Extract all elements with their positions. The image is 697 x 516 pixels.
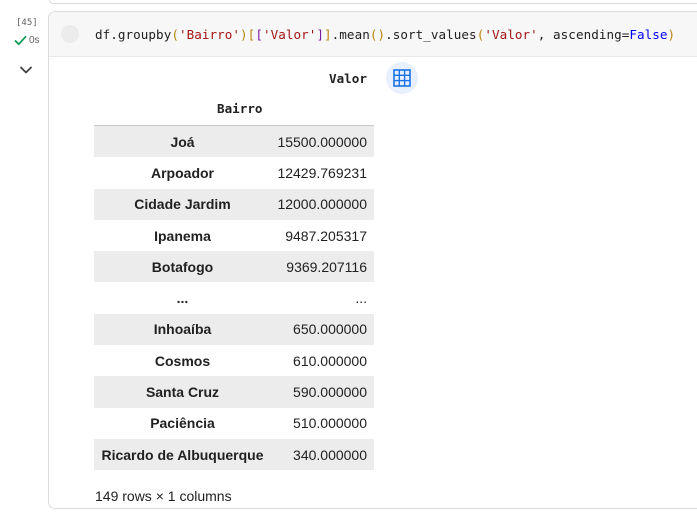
code-token: 'Bairro' [178,27,241,42]
row-index-label: Ricardo de Albuquerque [101,446,264,463]
code-token: .mean [331,27,370,42]
code-token: ( [171,27,179,42]
execution-count: [45] [16,18,38,28]
code-token: ] [324,27,332,42]
row-value: 12429.769231 [277,164,367,181]
row-value: 650.000000 [293,321,367,338]
code-token: .sort_values [385,27,477,42]
row-index-label: Arpoador [151,164,214,181]
cell-output: Valor Bairro Joá 15500.000000 Arpoador 1242… [49,57,697,509]
code-token: False [629,27,668,42]
code-token: ) [667,27,676,42]
dataframe-shape-note: 149 rows × 1 columns [95,488,232,504]
row-index-label: Inhoaíba [153,321,212,338]
table-row: Botafogo 9369.207116 [94,251,374,283]
table-row: Arpoador 12429.769231 [94,157,374,188]
run-cell-button[interactable] [61,25,79,43]
code-line[interactable]: df.groupby('Bairro')[['Valor']].mean().s… [95,27,675,42]
table-row: Inhoaíba 650.000000 [94,313,374,346]
dataframe-rows: Joá 15500.000000 Arpoador 12429.769231 Cidad… [94,125,374,471]
row-index-label: Joá [170,133,195,150]
row-value: 9369.207116 [286,258,367,275]
code-editor[interactable]: df.groupby('Bairro')[['Valor']].mean().s… [49,12,697,57]
code-token: 'Valor' [262,27,317,42]
code-token: () [369,27,386,42]
index-header-bairro: Bairro [217,101,263,116]
row-value: ... [355,290,367,307]
row-value: 15500.000000 [277,133,367,150]
row-value: 12000.000000 [277,196,367,213]
row-value: 510.000000 [293,415,367,432]
row-value: 340.000000 [293,446,367,463]
row-value: 590.000000 [293,384,367,401]
notebook-page: [45] 0s df.groupby('Bairro')[['Valor']].… [0,0,697,516]
table-row: Cidade Jardim 12000.000000 [94,188,374,220]
execution-time: 0s [29,35,40,46]
code-cell: df.groupby('Bairro')[['Valor']].mean().s… [48,11,697,509]
table-icon [393,69,411,87]
table-row: Santa Cruz 590.000000 [94,376,374,408]
convert-to-interactive-table-button[interactable] [386,62,418,94]
row-value: 610.000000 [293,352,367,369]
row-index-label: Cidade Jardim [134,196,231,213]
row-index-label: Botafogo [151,258,214,275]
row-index-label: Paciência [150,415,215,432]
code-token: ) [240,27,248,42]
chevron-down-icon[interactable] [18,63,34,77]
code-token: [ [255,27,263,42]
code-token: , ascending= [537,27,630,42]
table-row: Paciência 510.000000 [94,408,374,439]
table-row: Cosmos 610.000000 [94,345,374,376]
check-icon [14,35,27,46]
row-value: 9487.205317 [285,227,367,244]
table-row: Joá 15500.000000 [94,126,374,158]
code-token: 'Valor' [484,27,538,42]
column-header-valor: Valor [329,71,367,86]
table-row: Ipanema 9487.205317 [94,220,374,251]
table-row: Ricardo de Albuquerque 340.000000 [94,438,374,471]
table-row: ...... [94,282,374,313]
code-token: df.groupby [95,27,172,42]
previous-cell-edge [49,0,697,4]
row-index-label: Cosmos [154,352,211,369]
row-index-label: Santa Cruz [145,384,220,401]
row-index-label: Ipanema [154,227,211,244]
execution-status: 0s [14,35,40,46]
row-index-label: ... [176,290,189,307]
code-token: ] [316,27,325,42]
